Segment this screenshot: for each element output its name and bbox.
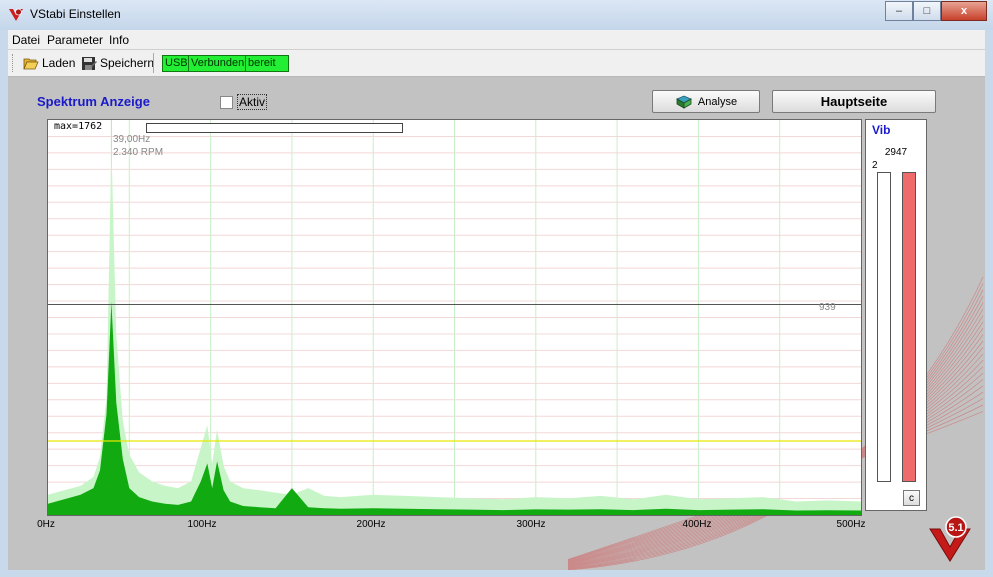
threshold-label: 939 (819, 302, 836, 313)
vib-bar-left (877, 172, 891, 482)
aktiv-checkbox-group[interactable]: Aktiv (220, 94, 268, 110)
close-button[interactable]: x (941, 1, 987, 21)
plot-max-label: max=1762 (54, 121, 103, 132)
toolbar-grip[interactable] (12, 54, 15, 72)
ready-status: bereit (245, 55, 289, 72)
menu-info[interactable]: Info (109, 33, 129, 47)
cursor-readout: 39,00Hz 2.340 RPM (113, 133, 163, 159)
connection-status: Verbunden (188, 55, 248, 72)
plot-progress-bar (146, 123, 403, 133)
save-label: Speichern (100, 56, 155, 70)
load-label: Laden (42, 56, 76, 70)
toolbar: Laden Speichern USB Verbunden bereit (8, 50, 985, 77)
save-button[interactable]: Speichern (81, 54, 154, 72)
title-bar[interactable]: VStabi Einstellen – □ x (0, 0, 993, 30)
vib-bar-right (902, 172, 916, 482)
vibration-panel: Vib 2947 2 c (865, 119, 927, 511)
vstabi-logo: 5.1 (929, 516, 971, 562)
svg-text:5.1: 5.1 (948, 522, 963, 534)
hauptseite-button[interactable]: Hauptseite (772, 90, 936, 113)
x-tick-0: 0Hz (37, 519, 55, 530)
floppy-disk-icon (82, 56, 97, 70)
main-panel: Spektrum Anzeige Aktiv Analyse Hauptseit… (8, 77, 985, 570)
load-button[interactable]: Laden (23, 54, 75, 72)
menu-bar: Datei Parameter Info (8, 30, 985, 50)
app-window: VStabi Einstellen – □ x Datei Parameter … (0, 0, 993, 577)
cursor-rpm: 2.340 RPM (113, 147, 164, 158)
x-tick-100: 100Hz (187, 519, 217, 530)
folder-open-icon (23, 58, 39, 70)
window-title: VStabi Einstellen (30, 7, 121, 21)
aktiv-checkbox[interactable] (220, 95, 233, 109)
analyse-label: Analyse (697, 95, 738, 108)
client-area: Datei Parameter Info Laden Speichern USB… (8, 30, 985, 570)
menu-parameter[interactable]: Parameter (47, 33, 103, 47)
aktiv-label[interactable]: Aktiv (237, 94, 268, 110)
menu-datei[interactable]: Datei (12, 33, 40, 47)
app-logo-icon (9, 8, 23, 21)
spectrum-chart (48, 120, 861, 515)
vib-small-value: 2 (872, 160, 878, 171)
vib-clear-button[interactable]: c (903, 490, 920, 506)
spectrum-plot: max=1762 39,00Hz 2.340 RPM 939 (47, 119, 862, 516)
book-icon (676, 95, 692, 109)
usb-status: USB (162, 55, 191, 72)
analyse-button[interactable]: Analyse (652, 90, 760, 113)
x-tick-400: 400Hz (682, 519, 712, 530)
toolbar-separator (153, 53, 154, 73)
cursor-frequency: 39,00Hz (113, 134, 151, 145)
x-tick-200: 200Hz (356, 519, 386, 530)
maximize-button[interactable]: □ (913, 1, 941, 21)
x-tick-300: 300Hz (516, 519, 546, 530)
spectrum-title: Spektrum Anzeige (37, 94, 150, 109)
minimize-button[interactable]: – (885, 1, 913, 21)
x-tick-500: 500Hz (836, 519, 866, 530)
vib-title: Vib (872, 123, 891, 137)
vib-value: 2947 (884, 147, 908, 158)
